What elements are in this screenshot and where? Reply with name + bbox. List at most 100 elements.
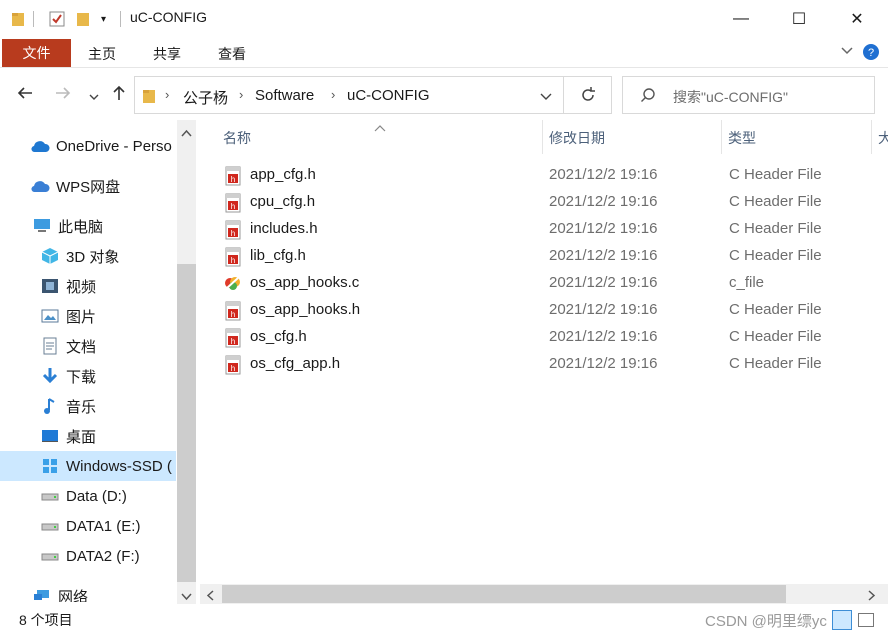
breadcrumb-software[interactable]: Software <box>255 87 314 104</box>
tab-file[interactable]: 文件 <box>2 39 71 67</box>
scroll-down-icon[interactable] <box>181 588 192 604</box>
file-name[interactable]: cpu_cfg.h <box>250 193 315 210</box>
file-name[interactable]: app_cfg.h <box>250 166 316 183</box>
header-file-icon: h <box>224 166 242 186</box>
column-headers: 名称 修改日期 类型 大 <box>200 120 888 154</box>
sidebar-item-this-pc[interactable]: 此电脑 <box>0 211 176 241</box>
file-type: C Header File <box>729 247 822 264</box>
address-history-icon[interactable] <box>539 90 553 106</box>
sidebar-item-label: Windows-SSD ( <box>66 457 172 475</box>
back-arrow-icon[interactable] <box>16 84 34 107</box>
drive-icon <box>40 547 60 565</box>
file-name[interactable]: includes.h <box>250 220 318 237</box>
file-name[interactable]: os_app_hooks.c <box>250 274 359 291</box>
sidebar-item-label: 文档 <box>66 338 97 356</box>
breadcrumb-chevron-icon[interactable]: › <box>165 87 169 102</box>
sidebar-scrollbar-thumb[interactable] <box>177 264 196 582</box>
sidebar-item-label: DATA1 (E:) <box>66 517 141 535</box>
column-header-name[interactable]: 名称 <box>223 128 251 148</box>
sidebar-item-label: Data (D:) <box>66 487 127 505</box>
svg-text:h: h <box>231 175 235 184</box>
file-row[interactable]: h includes.h 2021/12/2 19:16 C Header File <box>200 216 840 243</box>
cube-icon <box>40 247 60 265</box>
file-date: 2021/12/2 19:16 <box>549 274 658 291</box>
file-name[interactable]: lib_cfg.h <box>250 247 306 264</box>
search-input[interactable]: 搜索"uC-CONFIG" <box>673 87 788 107</box>
refresh-button[interactable] <box>564 76 612 114</box>
divider <box>33 11 34 27</box>
new-folder-icon[interactable] <box>76 10 90 28</box>
recent-locations-icon[interactable] <box>88 87 100 108</box>
scroll-up-icon[interactable] <box>181 124 192 140</box>
column-header-type[interactable]: 类型 <box>728 128 756 148</box>
column-divider[interactable] <box>721 120 722 154</box>
large-icons-view-icon[interactable] <box>858 613 874 627</box>
header-file-icon: h <box>224 328 242 348</box>
file-type: C Header File <box>729 166 822 183</box>
scroll-left-icon[interactable] <box>206 588 214 604</box>
sidebar-item-desktop[interactable]: 桌面 <box>0 421 176 451</box>
file-row[interactable]: h app_cfg.h 2021/12/2 19:16 C Header File <box>200 162 840 189</box>
file-date: 2021/12/2 19:16 <box>549 166 658 183</box>
column-header-size[interactable]: 大 <box>878 128 888 148</box>
sidebar-item-videos[interactable]: 视频 <box>0 271 176 301</box>
address-bar[interactable]: › 公子杨 › Software › uC-CONFIG <box>134 76 564 114</box>
details-view-icon[interactable] <box>832 610 852 630</box>
sidebar-item-documents[interactable]: 文档 <box>0 331 176 361</box>
file-row[interactable]: h lib_cfg.h 2021/12/2 19:16 C Header File <box>200 243 840 270</box>
sidebar-item-data2-f[interactable]: DATA2 (F:) <box>0 541 176 571</box>
file-row[interactable]: h os_app_hooks.h 2021/12/2 19:16 C Header F… <box>200 297 840 324</box>
breadcrumb-current[interactable]: uC-CONFIG <box>347 87 430 104</box>
sidebar-item-windows-ssd[interactable]: Windows-SSD ( <box>0 451 176 481</box>
file-row[interactable]: h os_cfg.h 2021/12/2 19:16 C Header File <box>200 324 840 351</box>
file-type: C Header File <box>729 193 822 210</box>
sidebar-item-label: 下载 <box>66 368 97 386</box>
file-row[interactable]: h cpu_cfg.h 2021/12/2 19:16 C Header File <box>200 189 840 216</box>
maximize-button[interactable]: ☐ <box>770 0 828 38</box>
sidebar-item-wps[interactable]: WPS网盘 <box>0 171 176 201</box>
file-name[interactable]: os_cfg.h <box>250 328 307 345</box>
sidebar-item-onedrive[interactable]: OneDrive - Perso <box>0 131 176 161</box>
sidebar-item-music[interactable]: 音乐 <box>0 391 176 421</box>
drive-icon <box>40 517 60 535</box>
tab-view[interactable]: 查看 <box>218 44 246 64</box>
sidebar-item-downloads[interactable]: 下载 <box>0 361 176 391</box>
sidebar-item-3d-objects[interactable]: 3D 对象 <box>0 241 176 271</box>
file-name[interactable]: os_app_hooks.h <box>250 301 360 318</box>
scroll-right-icon[interactable] <box>868 588 876 604</box>
close-button[interactable]: ✕ <box>828 0 886 38</box>
customize-toolbar-icon[interactable]: ▾ <box>101 10 106 28</box>
sidebar-item-label: WPS网盘 <box>56 178 121 196</box>
document-icon <box>40 337 60 355</box>
file-name[interactable]: os_cfg_app.h <box>250 355 340 372</box>
download-icon <box>40 367 60 385</box>
tab-home[interactable]: 主页 <box>88 44 116 64</box>
breadcrumb-chevron-icon[interactable]: › <box>239 87 243 102</box>
file-row[interactable]: h os_cfg_app.h 2021/12/2 19:16 C Header Fil… <box>200 351 840 378</box>
column-divider[interactable] <box>871 120 872 154</box>
up-arrow-icon[interactable] <box>110 84 128 107</box>
header-file-icon: h <box>224 301 242 321</box>
breadcrumb-user[interactable]: 公子杨 <box>183 87 228 108</box>
search-box[interactable]: 搜索"uC-CONFIG" <box>622 76 875 114</box>
column-header-date[interactable]: 修改日期 <box>549 128 605 148</box>
horizontal-scrollbar-thumb[interactable] <box>222 585 786 603</box>
desktop-icon <box>40 427 60 445</box>
minimize-button[interactable]: — <box>712 0 770 38</box>
sidebar-item-label: 音乐 <box>66 398 97 416</box>
tab-share[interactable]: 共享 <box>153 44 181 64</box>
sidebar-item-network[interactable]: 网络 <box>0 581 176 602</box>
sidebar-item-pictures[interactable]: 图片 <box>0 301 176 331</box>
sidebar-item-label: 图片 <box>66 308 97 326</box>
expand-ribbon-icon[interactable] <box>840 43 854 60</box>
svg-text:?: ? <box>868 47 874 59</box>
help-icon[interactable]: ? <box>862 43 880 64</box>
properties-icon[interactable] <box>48 10 66 28</box>
breadcrumb-chevron-icon[interactable]: › <box>331 87 335 102</box>
file-row[interactable]: os_app_hooks.c 2021/12/2 19:16 c_file <box>200 270 840 297</box>
sidebar-item-data1-e[interactable]: DATA1 (E:) <box>0 511 176 541</box>
forward-arrow-icon[interactable] <box>54 84 72 107</box>
sidebar-item-data-d[interactable]: Data (D:) <box>0 481 176 511</box>
file-type: C Header File <box>729 220 822 237</box>
column-divider[interactable] <box>542 120 543 154</box>
